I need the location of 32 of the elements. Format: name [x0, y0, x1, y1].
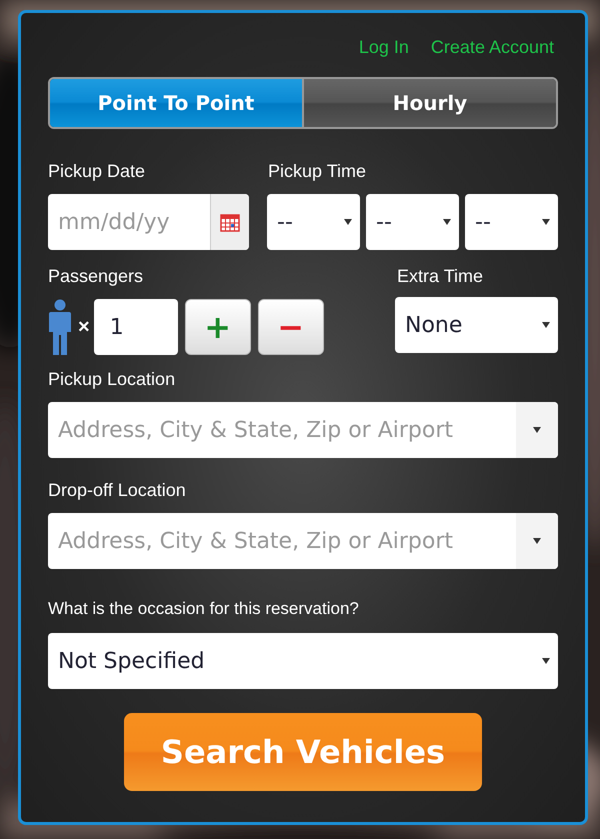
trip-type-tab[interactable]: Hourly	[302, 79, 556, 127]
passenger-count-field[interactable]: 1	[94, 299, 178, 355]
dropdown-arrow-icon	[542, 657, 550, 665]
person-icon	[48, 299, 72, 355]
dropdown-arrow-icon	[344, 218, 352, 226]
field-label: Drop-off Location	[48, 480, 187, 501]
multiply-sign: ×	[78, 316, 90, 338]
decrement-button[interactable]: −	[258, 299, 324, 355]
dropdown-button[interactable]	[516, 402, 558, 458]
field-label: What is the occasion for this reservation?	[48, 599, 360, 619]
field-label: Pickup Location	[48, 369, 176, 390]
account-link[interactable]: Log In	[358, 37, 409, 59]
calendar-button[interactable]	[210, 194, 249, 250]
field-label: Extra Time	[397, 266, 484, 287]
trip-type-tab[interactable]: Point To Point	[50, 79, 302, 127]
time-select[interactable]: --	[267, 194, 360, 250]
time-select[interactable]: --	[465, 194, 558, 250]
dropdown-arrow-icon	[443, 218, 451, 226]
extra-time-select[interactable]: None	[395, 297, 558, 353]
dropdown-button[interactable]	[516, 513, 558, 569]
dropdown-arrow-icon	[533, 537, 541, 545]
field-label: Pickup Date	[48, 161, 146, 182]
time-select[interactable]: --	[366, 194, 459, 250]
increment-button[interactable]: +	[184, 299, 251, 355]
field-label: Pickup Time	[268, 161, 366, 182]
field-label: Passengers	[48, 266, 144, 287]
dropdown-arrow-icon	[542, 218, 550, 226]
dropdown-arrow-icon	[542, 321, 550, 329]
occasion-select[interactable]: Not Specified	[48, 633, 558, 689]
calendar-icon	[220, 212, 240, 232]
account-link[interactable]: Create Account	[430, 37, 554, 59]
dropdown-arrow-icon	[533, 426, 541, 434]
